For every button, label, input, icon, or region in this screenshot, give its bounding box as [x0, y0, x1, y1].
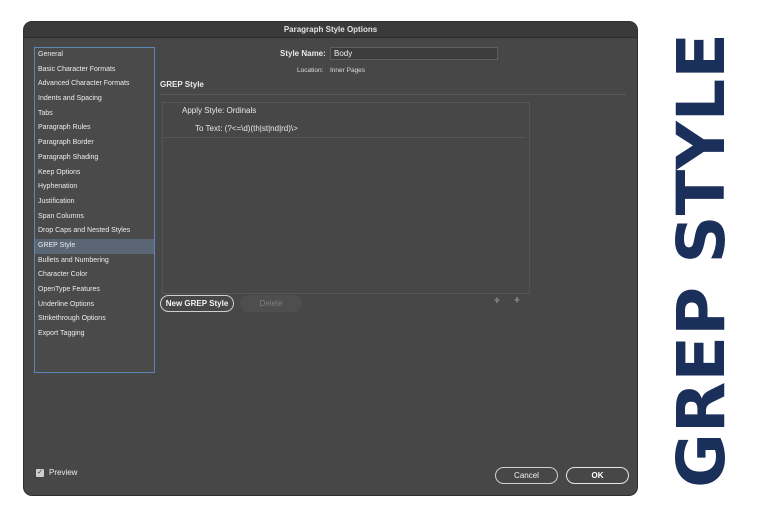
section-divider: [160, 94, 626, 95]
sidebar-item-drop-caps-and-nested-styles[interactable]: Drop Caps and Nested Styles: [35, 224, 154, 239]
sidebar-item-underline-options[interactable]: Underline Options: [35, 298, 154, 313]
cancel-button[interactable]: Cancel: [495, 467, 558, 484]
preview-label: Preview: [49, 468, 78, 477]
sidebar-item-span-columns[interactable]: Span Columns: [35, 210, 154, 225]
sidebar-item-justification[interactable]: Justification: [35, 195, 154, 210]
sidebar-item-paragraph-rules[interactable]: Paragraph Rules: [35, 121, 154, 136]
ok-button[interactable]: OK: [566, 467, 629, 484]
sidebar-item-opentype-features[interactable]: OpenType Features: [35, 283, 154, 298]
section-title: GREP Style: [160, 80, 204, 89]
style-name-label: Style Name:: [280, 49, 326, 58]
preview-checkbox[interactable]: ✓: [36, 468, 44, 477]
sidebar-item-export-tagging[interactable]: Export Tagging: [35, 327, 154, 342]
apply-style-label: Apply Style:: [182, 106, 225, 115]
delete-button[interactable]: Delete: [240, 295, 302, 312]
sidebar-item-paragraph-shading[interactable]: Paragraph Shading: [35, 151, 154, 166]
sidebar-item-indents-and-spacing[interactable]: Indents and Spacing: [35, 92, 154, 107]
grep-to-text-row[interactable]: To Text: (?<=\d)(th|st|nd|rd)\>: [195, 124, 298, 133]
sidebar-item-keep-options[interactable]: Keep Options: [35, 166, 154, 181]
apply-style-value[interactable]: Ordinals: [226, 106, 256, 115]
dialog-title: Paragraph Style Options: [24, 22, 637, 38]
sidebar-item-hyphenation[interactable]: Hyphenation: [35, 180, 154, 195]
location-value: Inner Pages: [330, 67, 366, 74]
paragraph-style-options-dialog: Paragraph Style Options General Basic Cha…: [24, 22, 637, 495]
grep-style-banner: GREP STYLE: [667, 33, 733, 488]
sidebar-item-character-color[interactable]: Character Color: [35, 268, 154, 283]
sidebar-item-paragraph-border[interactable]: Paragraph Border: [35, 136, 154, 151]
category-sidebar: General Basic Character Formats Advanced C…: [34, 47, 155, 373]
sidebar-item-tabs[interactable]: Tabs: [35, 107, 154, 122]
grep-apply-style-row[interactable]: Apply Style: Ordinals: [182, 106, 256, 115]
style-name-input[interactable]: [330, 47, 498, 60]
to-text-label: To Text:: [195, 124, 223, 133]
preview-toggle[interactable]: ✓ Preview: [36, 468, 77, 477]
sidebar-item-advanced-character-formats[interactable]: Advanced Character Formats: [35, 77, 154, 92]
grep-row-divider: [164, 137, 526, 138]
location-label: Location:: [297, 67, 324, 74]
banner-text: GREP STYLE: [667, 33, 733, 488]
sidebar-item-general[interactable]: General: [35, 48, 154, 63]
sidebar-item-strikethrough-options[interactable]: Strikethrough Options: [35, 312, 154, 327]
up-arrow-icon[interactable]: [492, 296, 502, 306]
down-arrow-icon[interactable]: [512, 296, 522, 306]
to-text-value[interactable]: (?<=\d)(th|st|nd|rd)\>: [225, 124, 298, 133]
new-grep-style-button[interactable]: New GREP Style: [160, 295, 234, 312]
sidebar-item-bullets-and-numbering[interactable]: Bullets and Numbering: [35, 254, 154, 269]
sidebar-item-basic-character-formats[interactable]: Basic Character Formats: [35, 63, 154, 78]
sidebar-item-grep-style[interactable]: GREP Style: [35, 238, 154, 254]
